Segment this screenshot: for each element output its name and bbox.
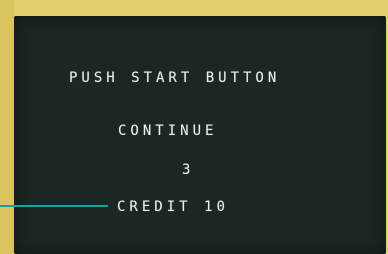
credit-value: 10 <box>204 199 229 215</box>
credit-label: CREDIT <box>117 199 192 215</box>
game-screen: PUSH START BUTTON CONTINUE 3 CREDIT 10 <box>14 16 386 254</box>
screen-border <box>0 0 14 254</box>
push-start-prompt: PUSH START BUTTON <box>69 70 281 86</box>
continue-count: 3 <box>182 162 195 178</box>
continue-label: CONTINUE <box>118 123 218 139</box>
credit-display: CREDIT 10 <box>117 200 229 214</box>
callout-line <box>0 205 108 207</box>
